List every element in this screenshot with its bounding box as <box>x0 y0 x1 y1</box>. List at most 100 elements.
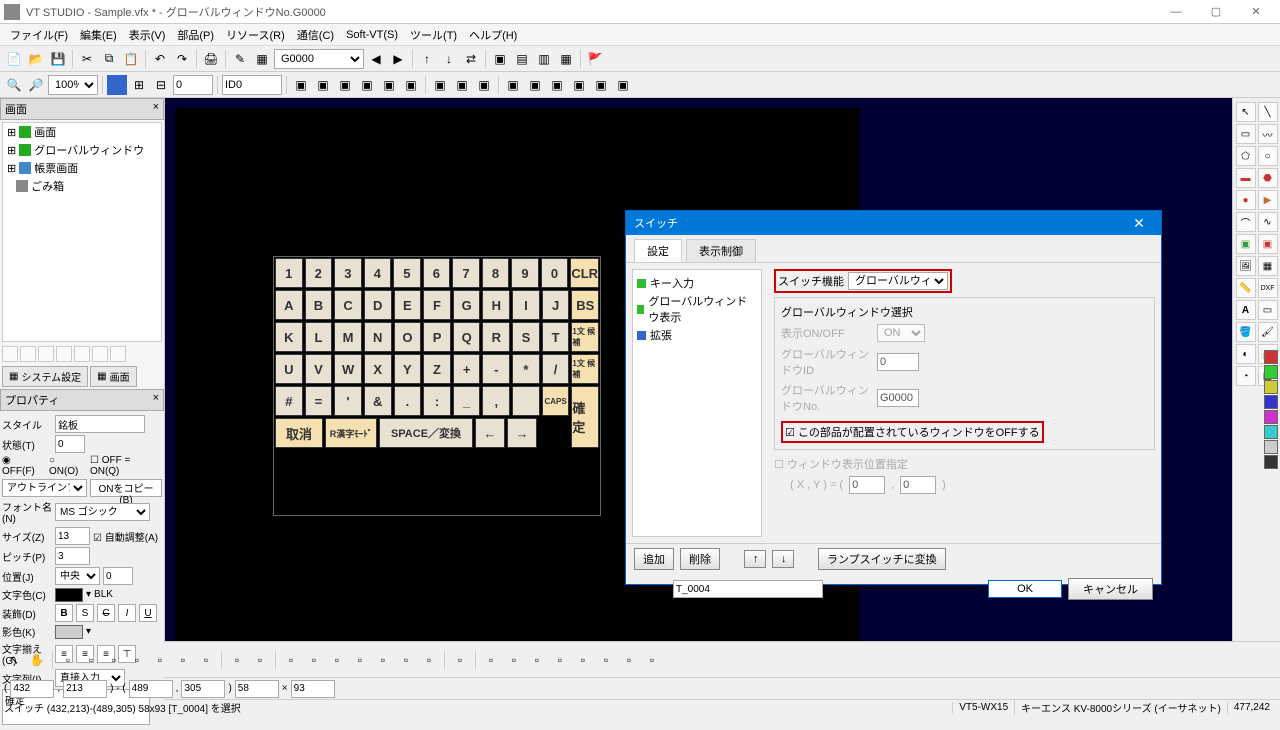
bt-c-icon[interactable]: ▫ <box>104 650 124 670</box>
menu-comm[interactable]: 通信(C) <box>291 27 340 43</box>
line-icon[interactable]: ╲ <box>1258 102 1278 122</box>
page-select[interactable]: G0000 <box>274 49 364 69</box>
dialog-close-button[interactable]: ✕ <box>1125 213 1153 233</box>
key-r[interactable]: R <box>482 322 510 352</box>
bt-arrow-icon[interactable]: ↖ <box>4 650 24 670</box>
mini-btn[interactable] <box>2 346 18 362</box>
off-radio[interactable]: ◉ OFF(F) <box>2 455 46 477</box>
key-mult[interactable]: * <box>512 354 540 384</box>
key-3[interactable]: 3 <box>334 258 362 288</box>
vt1-icon[interactable]: ▣ <box>291 75 311 95</box>
tree-item[interactable]: ⊞ 帳票画面 <box>3 159 161 177</box>
vt3-icon[interactable]: ▣ <box>335 75 355 95</box>
x2-input[interactable] <box>129 680 173 698</box>
bt-s-icon[interactable]: ▫ <box>504 650 524 670</box>
bt-i-icon[interactable]: ▫ <box>250 650 270 670</box>
key-confirm[interactable]: 確定 <box>571 386 599 448</box>
bt-j-icon[interactable]: ▫ <box>281 650 301 670</box>
vt14-icon[interactable]: ▣ <box>591 75 611 95</box>
arrow-icon[interactable]: ↖ <box>1236 102 1256 122</box>
key-comma[interactable]: , <box>482 386 510 416</box>
bt-v-icon[interactable]: ▫ <box>573 650 593 670</box>
key-cand1[interactable]: 1文 候補 <box>571 322 599 352</box>
state-spinner[interactable] <box>55 435 85 453</box>
bt-a-icon[interactable]: ▫ <box>58 650 78 670</box>
key-minus[interactable]: - <box>482 354 510 384</box>
scale-icon[interactable]: 📏 <box>1236 278 1256 298</box>
ok-button[interactable]: OK <box>988 580 1062 598</box>
key-g[interactable]: G <box>453 290 481 320</box>
transfer-icon[interactable]: ⇄ <box>461 49 481 69</box>
vt13-icon[interactable]: ▣ <box>569 75 589 95</box>
key-k[interactable]: K <box>275 322 303 352</box>
x1-input[interactable] <box>10 680 54 698</box>
tab-system[interactable]: ▦ システム設定 <box>2 366 88 387</box>
table-icon[interactable]: ▦ <box>1258 256 1278 276</box>
btn2-icon[interactable]: ▣ <box>1258 234 1278 254</box>
maximize-button[interactable]: ▢ <box>1196 0 1236 24</box>
key-plus[interactable]: + <box>453 354 481 384</box>
bt-q-icon[interactable]: ▫ <box>450 650 470 670</box>
key-w[interactable]: W <box>334 354 362 384</box>
down-icon[interactable]: ↓ <box>439 49 459 69</box>
bt-p-icon[interactable]: ▫ <box>419 650 439 670</box>
btn1-icon[interactable]: ▣ <box>1236 234 1256 254</box>
y2-input[interactable] <box>181 680 225 698</box>
italic-button[interactable]: I <box>118 604 136 622</box>
bt-w-icon[interactable]: ▫ <box>596 650 616 670</box>
tree-item[interactable]: ごみ箱 <box>3 177 161 195</box>
vt9-icon[interactable]: ▣ <box>474 75 494 95</box>
menu-resource[interactable]: リソース(R) <box>220 27 291 43</box>
key-caps[interactable]: CAPS <box>542 386 570 416</box>
key-m[interactable]: M <box>334 322 362 352</box>
mini-btn[interactable] <box>110 346 126 362</box>
bt-n-icon[interactable]: ▫ <box>373 650 393 670</box>
menu-tool[interactable]: ツール(T) <box>404 27 463 43</box>
vt8-icon[interactable]: ▣ <box>452 75 472 95</box>
key-mode[interactable]: R漢字ﾓｰﾄﾞ <box>325 418 377 448</box>
shadow-button[interactable]: S <box>76 604 94 622</box>
bt-u-icon[interactable]: ▫ <box>550 650 570 670</box>
fontname-select[interactable]: MS ゴシック <box>55 503 150 521</box>
brush-icon[interactable]: 🖌 <box>1258 322 1278 342</box>
vt6-icon[interactable]: ▣ <box>401 75 421 95</box>
y1-input[interactable] <box>63 680 107 698</box>
bt-h-icon[interactable]: ▫ <box>227 650 247 670</box>
prop-close-icon[interactable]: × <box>153 392 159 408</box>
tool4-icon[interactable]: ▦ <box>556 49 576 69</box>
key-5[interactable]: 5 <box>393 258 421 288</box>
palette-yellow[interactable] <box>1264 380 1278 394</box>
vt2-icon[interactable]: ▣ <box>313 75 333 95</box>
tab-settings[interactable]: 設定 <box>634 239 682 262</box>
bt-b-icon[interactable]: ▫ <box>81 650 101 670</box>
copy-icon[interactable]: ⧉ <box>99 49 119 69</box>
key-right[interactable]: → <box>507 418 537 448</box>
palette-blue[interactable] <box>1264 395 1278 409</box>
key-c[interactable]: C <box>334 290 362 320</box>
convert-button[interactable]: ランプスイッチに変換 <box>818 548 946 570</box>
key-i[interactable]: I <box>512 290 540 320</box>
key-blank[interactable] <box>512 386 540 416</box>
key-6[interactable]: 6 <box>423 258 451 288</box>
next-icon[interactable]: ▶ <box>388 49 408 69</box>
rect-icon[interactable]: ▭ <box>1236 124 1256 144</box>
new-icon[interactable]: 📄 <box>4 49 24 69</box>
palette-cyan[interactable] <box>1264 425 1278 439</box>
bt-o-icon[interactable]: ▫ <box>396 650 416 670</box>
underline-button[interactable]: U <box>139 604 157 622</box>
key-2[interactable]: 2 <box>305 258 333 288</box>
bt-hand-icon[interactable]: ✋ <box>27 650 47 670</box>
dialog-titlebar[interactable]: スイッチ ✕ <box>626 211 1161 235</box>
menu-file[interactable]: ファイル(F) <box>4 27 74 43</box>
key-y[interactable]: Y <box>394 354 422 384</box>
grid1-icon[interactable]: ⊞ <box>129 75 149 95</box>
bt-k-icon[interactable]: ▫ <box>304 650 324 670</box>
key-p[interactable]: P <box>423 322 451 352</box>
key-amp[interactable]: & <box>364 386 392 416</box>
key-eq[interactable]: = <box>305 386 333 416</box>
mini-btn[interactable] <box>38 346 54 362</box>
color-swatch[interactable] <box>55 588 83 602</box>
key-bs[interactable]: BS <box>571 290 599 320</box>
grid2-icon[interactable]: ⊟ <box>151 75 171 95</box>
up-button[interactable]: ↑ <box>744 550 766 568</box>
